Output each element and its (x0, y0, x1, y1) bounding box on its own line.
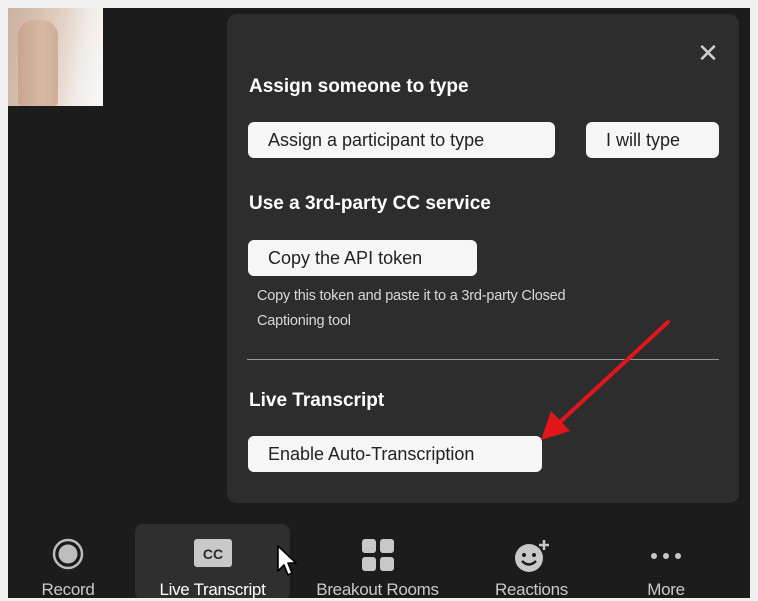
record-button[interactable]: Record (18, 524, 118, 598)
meeting-toolbar: Record CC Live Transcript Breakout Rooms (8, 516, 750, 598)
reactions-label: Reactions (495, 580, 568, 598)
breakout-rooms-button[interactable]: Breakout Rooms (300, 524, 455, 598)
more-button[interactable]: More (616, 524, 716, 598)
live-transcript-section-title: Live Transcript (249, 390, 385, 411)
live-transcript-label: Live Transcript (159, 580, 266, 598)
hint-line-2: Captioning tool (257, 313, 351, 329)
api-token-hint: Copy this token and paste it to a 3rd-pa… (257, 284, 697, 334)
hint-line-1: Copy this token and paste it to a 3rd-pa… (257, 288, 566, 304)
more-label: More (647, 580, 685, 598)
record-icon (52, 538, 84, 570)
video-content (18, 20, 58, 106)
assign-section-title: Assign someone to type (249, 76, 469, 97)
record-label: Record (41, 580, 95, 598)
breakout-rooms-icon (361, 539, 394, 571)
participant-video-thumbnail[interactable] (8, 8, 103, 106)
more-options-icon (651, 553, 681, 559)
third-party-section-title: Use a 3rd-party CC service (249, 193, 491, 214)
live-transcript-button[interactable]: CC Live Transcript (135, 524, 290, 598)
copy-api-token-button[interactable]: Copy the API token (248, 240, 477, 276)
closed-caption-icon: CC (193, 539, 232, 567)
section-divider (247, 359, 719, 360)
mouse-cursor-icon (277, 545, 297, 576)
enable-auto-transcription-button[interactable]: Enable Auto-Transcription (248, 436, 542, 472)
breakout-rooms-label: Breakout Rooms (316, 580, 439, 598)
meeting-window: ✕ Assign someone to type Assign a partic… (8, 8, 750, 598)
reactions-button[interactable]: Reactions (474, 524, 589, 598)
closed-caption-panel: ✕ Assign someone to type Assign a partic… (227, 14, 739, 503)
cc-badge-text: CC (202, 546, 222, 562)
assign-participant-button[interactable]: Assign a participant to type (248, 122, 555, 158)
i-will-type-button[interactable]: I will type (586, 122, 719, 158)
close-icon[interactable]: ✕ (697, 40, 719, 66)
reactions-icon (514, 540, 549, 572)
